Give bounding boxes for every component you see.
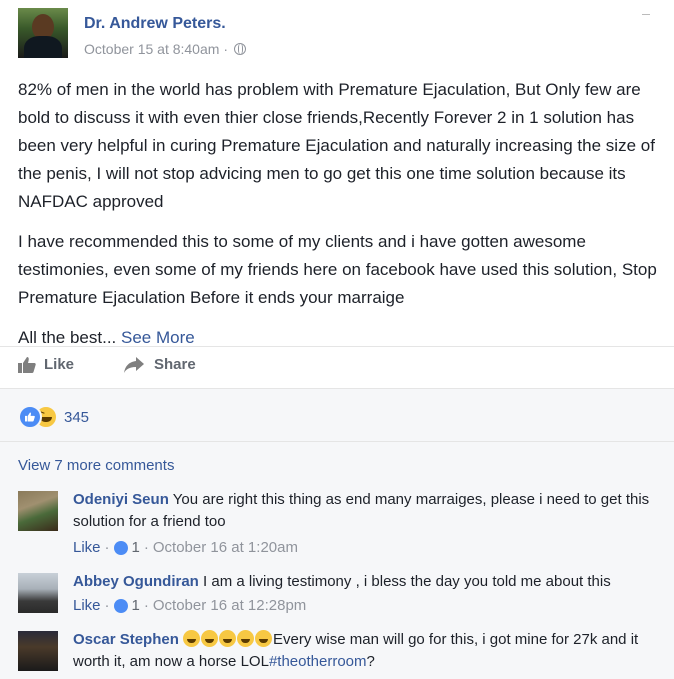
meta-separator: ·: [104, 597, 110, 614]
see-more-link[interactable]: See More: [121, 328, 195, 347]
thumbs-up-icon: [18, 356, 36, 373]
globe-icon[interactable]: [233, 43, 246, 55]
commenter-name[interactable]: Odeniyi Seun: [73, 491, 169, 508]
share-button[interactable]: Share: [124, 356, 196, 373]
share-label: Share: [154, 356, 196, 373]
comment-timestamp[interactable]: October 16 at 12:28pm: [153, 597, 306, 614]
thumbs-up-icon: [25, 412, 35, 422]
author-name-text[interactable]: Dr. Andrew Peters: [84, 15, 221, 32]
reactions-divider: [0, 441, 674, 442]
post-closing: All the best... See More: [18, 324, 674, 352]
laughing-emoji-icon: [255, 630, 273, 647]
laughing-emoji-icon: [219, 630, 237, 647]
comment-like-count-icon: [113, 540, 128, 555]
commenter-name[interactable]: Abbey Ogundiran: [73, 573, 199, 590]
comment-timestamp[interactable]: October 16 at 1:20am: [153, 539, 298, 556]
comment-body: Oscar Stephen Every wise man will go for…: [73, 629, 673, 673]
reaction-count[interactable]: 345: [64, 409, 89, 426]
comment-like-count-icon: [113, 598, 128, 613]
commenter-avatar[interactable]: [18, 573, 58, 613]
commenter-avatar[interactable]: [18, 491, 58, 531]
author-avatar[interactable]: [18, 8, 68, 58]
like-reaction-icon: [18, 405, 42, 429]
hashtag-link[interactable]: #theotherroom: [269, 653, 367, 670]
laughing-emoji-icon: [183, 630, 201, 647]
action-divider: [0, 346, 674, 347]
comment-meta: Like · 1 · October 16 at 12:28pm: [73, 597, 306, 614]
laughing-emoji-icon: [237, 630, 255, 647]
post-meta: October 15 at 8:40am ·: [84, 41, 246, 57]
post-timestamp[interactable]: October 15 at 8:40am: [84, 41, 219, 57]
comment-trailing-text: ?: [366, 653, 375, 670]
commenter-name[interactable]: Oscar Stephen: [73, 631, 179, 648]
comment-like-count[interactable]: 1: [132, 597, 140, 614]
reactions-summary[interactable]: 345: [18, 405, 89, 429]
comments-area: 345 View 7 more comments Odeniyi Seun Yo…: [0, 388, 674, 679]
post-options-chevron-icon[interactable]: [642, 14, 650, 20]
like-button[interactable]: Like: [18, 356, 74, 373]
post-closing-text: All the best...: [18, 328, 117, 347]
comment-text: I am a living testimony , i bless the da…: [203, 573, 611, 590]
comment-like-count[interactable]: 1: [132, 539, 140, 556]
post-paragraph: I have recommended this to some of my cl…: [18, 232, 657, 307]
post-header: Dr. Andrew Peters. October 15 at 8:40am …: [18, 8, 658, 58]
author-name[interactable]: Dr. Andrew Peters.: [84, 15, 226, 33]
meta-separator: ·: [143, 539, 149, 556]
avatar-body: [24, 36, 62, 58]
meta-separator: ·: [223, 41, 228, 57]
like-label: Like: [44, 356, 75, 373]
share-arrow-icon: [124, 356, 144, 373]
comment-meta: Like · 1 · October 16 at 1:20am: [73, 539, 298, 556]
comment-like-button[interactable]: Like: [73, 597, 101, 614]
meta-separator: ·: [143, 597, 149, 614]
comment-body: Odeniyi Seun You are right this thing as…: [73, 489, 673, 533]
author-name-suffix: .: [221, 15, 226, 32]
post-paragraph: 82% of men in the world has problem with…: [18, 80, 655, 211]
comment-like-button[interactable]: Like: [73, 539, 101, 556]
post-body: 82% of men in the world has problem with…: [18, 76, 674, 364]
view-more-comments-link[interactable]: View 7 more comments: [18, 457, 174, 474]
meta-separator: ·: [104, 539, 110, 556]
laughing-emoji-icon: [201, 630, 219, 647]
commenter-avatar[interactable]: [18, 631, 58, 671]
comment-body: Abbey Ogundiran I am a living testimony …: [73, 571, 673, 593]
